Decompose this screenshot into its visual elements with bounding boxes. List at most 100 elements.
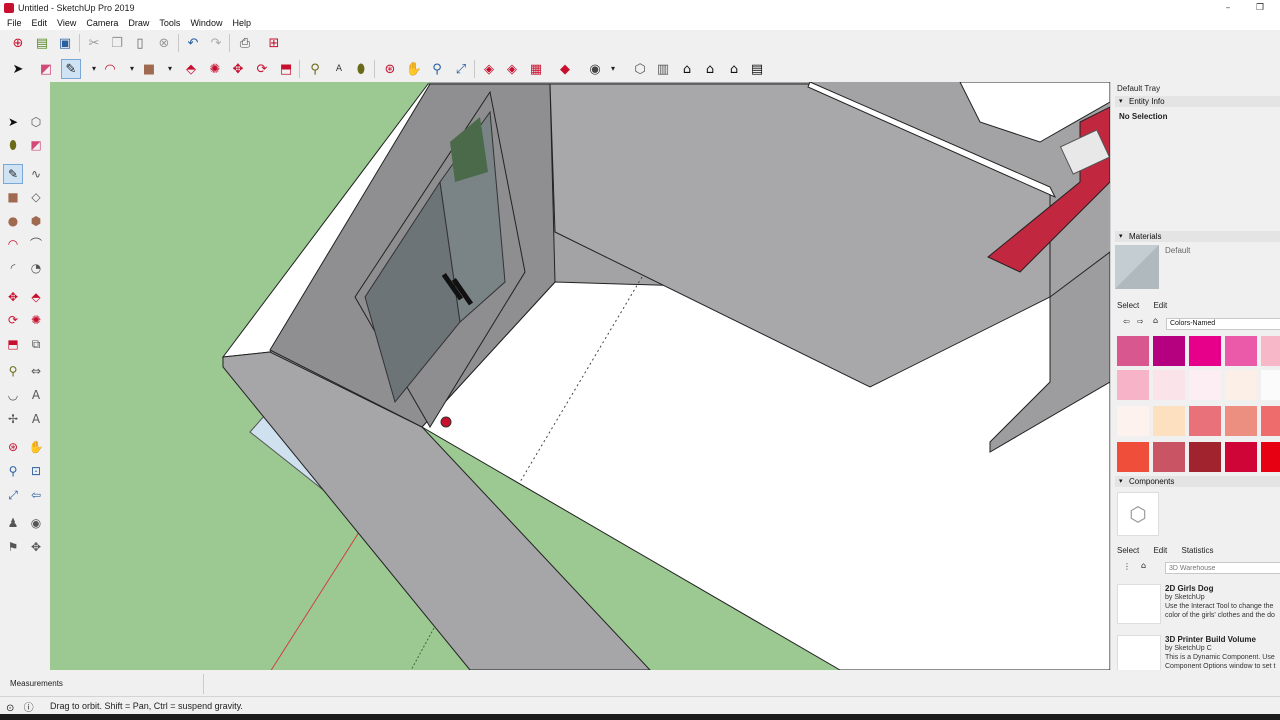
position-camera-icon[interactable]: ♟ xyxy=(3,513,23,533)
components-statistics-tab[interactable]: Statistics xyxy=(1182,546,1214,555)
geo-location-icon[interactable]: ⊙ xyxy=(6,703,14,714)
push-pull-icon[interactable]: ⬘ xyxy=(181,59,201,79)
material-swatch[interactable] xyxy=(1117,406,1149,436)
zoom-window-icon[interactable]: ⊡ xyxy=(26,461,46,481)
components-edit-tab[interactable]: Edit xyxy=(1153,546,1167,555)
section-plane-icon[interactable]: ✥ xyxy=(26,537,46,557)
component-search-input[interactable] xyxy=(1165,562,1280,574)
text-icon[interactable]: A xyxy=(329,59,349,79)
material-swatch[interactable] xyxy=(1189,406,1221,436)
rotated-rectangle-icon[interactable]: ◇ xyxy=(26,187,46,207)
print-icon[interactable]: ⎙ xyxy=(235,33,255,53)
scale-icon[interactable]: ⬒ xyxy=(3,334,23,354)
save-icon[interactable]: ▣ xyxy=(55,33,75,53)
menu-tools[interactable]: Tools xyxy=(154,18,185,28)
back-arrow-icon[interactable]: ⇦ xyxy=(1123,317,1130,326)
material-swatch[interactable] xyxy=(1261,370,1280,400)
home-icon[interactable]: ⌂ xyxy=(1141,561,1146,570)
material-swatch[interactable] xyxy=(1153,406,1185,436)
rotate-icon[interactable]: ⟳ xyxy=(3,310,23,330)
material-swatch[interactable] xyxy=(1261,336,1280,366)
polygon-icon[interactable]: ⬢ xyxy=(26,211,46,231)
previous-view-icon[interactable]: ⇦ xyxy=(26,485,46,505)
follow-me-icon[interactable]: ✺ xyxy=(205,59,225,79)
push-pull-icon[interactable]: ⬘ xyxy=(26,287,46,307)
extension-warehouse-icon[interactable]: ◈ xyxy=(502,59,522,79)
model-info-icon[interactable]: ⊞ xyxy=(264,33,284,53)
iso-view-icon[interactable]: ⬡ xyxy=(630,59,650,79)
menu-draw[interactable]: Draw xyxy=(123,18,154,28)
ruby-icon[interactable]: ◆ xyxy=(555,59,575,79)
components-select-tab[interactable]: Select xyxy=(1117,546,1139,555)
pan-icon[interactable]: ✋ xyxy=(404,59,424,79)
3d-warehouse-icon[interactable]: ◈ xyxy=(479,59,499,79)
left-view-icon[interactable]: ▤ xyxy=(747,59,767,79)
erase-icon[interactable]: ⊗ xyxy=(154,33,174,53)
copy-icon[interactable]: ❐ xyxy=(107,33,127,53)
top-view-icon[interactable]: ▥ xyxy=(653,59,673,79)
rectangle-icon[interactable]: ■ xyxy=(3,187,23,207)
3d-text-icon[interactable]: A xyxy=(26,409,46,429)
measurements-box[interactable]: Measurements xyxy=(4,674,204,694)
offset-icon[interactable]: ⧉ xyxy=(26,334,46,354)
material-swatch[interactable] xyxy=(1153,336,1185,366)
right-view-icon[interactable]: ⌂ xyxy=(700,59,720,79)
orbit-icon[interactable]: ⊛ xyxy=(3,437,23,457)
component-icon[interactable]: ⬡ xyxy=(26,112,46,132)
move-icon[interactable]: ✥ xyxy=(228,59,248,79)
material-collection-select[interactable]: Colors-Named xyxy=(1166,318,1280,330)
line-icon[interactable]: ✎ xyxy=(61,59,81,79)
move-icon[interactable]: ✥ xyxy=(3,287,23,307)
follow-me-icon[interactable]: ✺ xyxy=(26,310,46,330)
home-icon[interactable]: ⌂ xyxy=(1153,316,1158,325)
eraser-icon[interactable]: ◩ xyxy=(26,135,46,155)
material-swatch[interactable] xyxy=(1117,336,1149,366)
material-swatch[interactable] xyxy=(1189,336,1221,366)
material-swatch[interactable] xyxy=(1153,442,1185,472)
rotate-icon[interactable]: ⟳ xyxy=(252,59,272,79)
menu-window[interactable]: Window xyxy=(185,18,227,28)
walk-icon[interactable]: ⚑ xyxy=(3,537,23,557)
menu-camera[interactable]: Camera xyxy=(81,18,123,28)
select-icon[interactable]: ➤ xyxy=(8,59,28,79)
component-list-item[interactable]: 2D Girls Dog by SketchUp Use the Interac… xyxy=(1117,584,1280,630)
dimension-icon[interactable]: ⇔ xyxy=(26,361,46,381)
material-swatch[interactable] xyxy=(1225,406,1257,436)
zoom-extents-icon[interactable]: ⤢ xyxy=(3,485,23,505)
modeling-viewport[interactable] xyxy=(50,82,1110,670)
rectangle-dropdown-icon[interactable]: ▾ xyxy=(160,59,180,79)
user-icon[interactable]: ◉ xyxy=(585,59,605,79)
two-point-arc-icon[interactable]: ⌒ xyxy=(26,234,46,254)
three-point-arc-icon[interactable]: ◜ xyxy=(3,258,23,278)
layout-icon[interactable]: ▦ xyxy=(526,59,546,79)
minimize-button[interactable]: – xyxy=(1212,0,1244,16)
rectangle-icon[interactable]: ■ xyxy=(139,59,159,79)
text-icon[interactable]: A xyxy=(26,385,46,405)
cut-icon[interactable]: ✂ xyxy=(84,33,104,53)
material-swatch[interactable] xyxy=(1225,442,1257,472)
materials-select-tab[interactable]: Select xyxy=(1117,301,1139,310)
paint-bucket-icon[interactable]: ⬮ xyxy=(351,59,371,79)
paint-bucket-icon[interactable]: ⬮ xyxy=(3,135,23,155)
materials-header[interactable]: ▾ Materials xyxy=(1115,231,1280,242)
material-swatch[interactable] xyxy=(1261,406,1280,436)
restore-button[interactable]: ❐ xyxy=(1244,0,1276,16)
paste-icon[interactable]: ▯ xyxy=(130,33,150,53)
eraser-icon[interactable]: ◩ xyxy=(36,59,56,79)
tape-measure-icon[interactable]: ⚲ xyxy=(3,361,23,381)
components-header[interactable]: ▾ Components xyxy=(1115,476,1280,487)
display-options-icon[interactable]: ⋮ xyxy=(1123,562,1131,571)
info-icon[interactable]: ⓘ xyxy=(24,703,34,714)
component-list-item[interactable]: 3D Printer Build Volume by SketchUp C Th… xyxy=(1117,635,1280,670)
material-swatch[interactable] xyxy=(1117,370,1149,400)
material-swatch[interactable] xyxy=(1189,442,1221,472)
material-swatch[interactable] xyxy=(1225,336,1257,366)
entity-info-header[interactable]: ▾ Entity Info xyxy=(1115,96,1280,107)
scale-icon[interactable]: ⬒ xyxy=(276,59,296,79)
material-swatch[interactable] xyxy=(1189,370,1221,400)
circle-icon[interactable]: ● xyxy=(3,211,23,231)
new-model-icon[interactable]: ⊕ xyxy=(8,33,28,53)
axes-icon[interactable]: ✢ xyxy=(3,409,23,429)
select-icon[interactable]: ➤ xyxy=(3,112,23,132)
look-around-icon[interactable]: ◉ xyxy=(26,513,46,533)
